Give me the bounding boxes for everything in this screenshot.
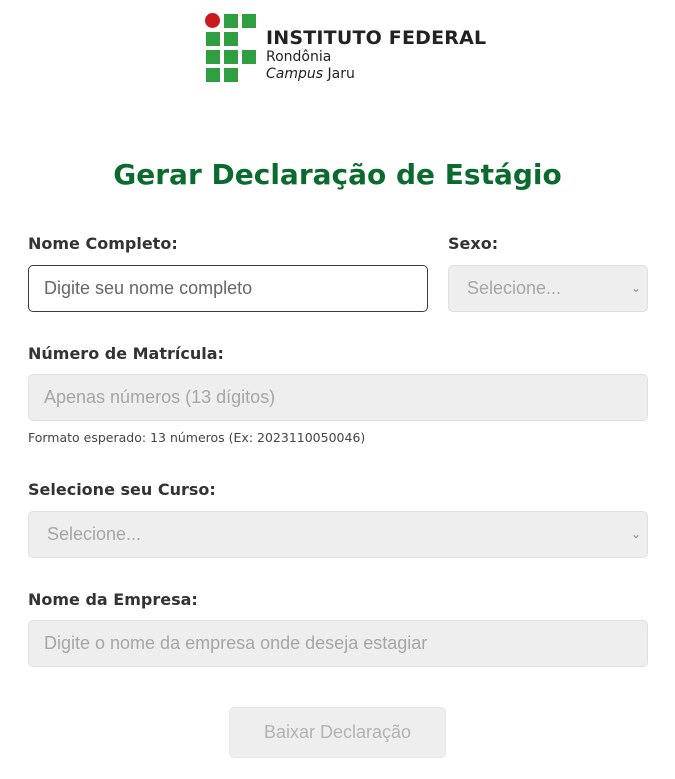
sexo-selected: Selecione... <box>467 278 562 298</box>
page-title: Gerar Declaração de Estágio <box>113 158 562 191</box>
nome-label: Nome Completo: <box>28 234 178 253</box>
matricula-input[interactable]: Apenas números (13 dígitos) <box>28 374 648 421</box>
curso-selected: Selecione... <box>47 524 142 544</box>
logo-campus-name: Jaru <box>323 66 355 82</box>
sexo-select[interactable]: Selecione... ⌄ <box>448 265 648 312</box>
curso-label: Selecione seu Curso: <box>28 480 216 499</box>
nome-input[interactable]: Digite seu nome completo <box>28 265 428 312</box>
logo-text: INSTITUTO FEDERAL Rondônia Campus Jaru <box>266 27 486 83</box>
sexo-label: Sexo: <box>448 234 499 253</box>
empresa-placeholder: Digite o nome da empresa onde deseja est… <box>44 633 428 653</box>
matricula-hint: Formato esperado: 13 números (Ex: 202311… <box>28 430 366 445</box>
logo-campus-label: Campus <box>266 66 324 82</box>
page: INSTITUTO FEDERAL Rondônia Campus Jaru G… <box>0 0 675 779</box>
matricula-placeholder: Apenas números (13 dígitos) <box>44 387 276 407</box>
chevron-down-icon: ⌄ <box>630 527 641 541</box>
logo-title: INSTITUTO FEDERAL <box>266 27 487 49</box>
nome-placeholder: Digite seu nome completo <box>44 278 253 298</box>
logo-mark-icon <box>205 13 260 85</box>
chevron-down-icon: ⌄ <box>630 281 641 295</box>
logo-campus: Campus Jaru <box>266 66 486 83</box>
matricula-label: Número de Matrícula: <box>28 344 224 363</box>
empresa-input[interactable]: Digite o nome da empresa onde deseja est… <box>28 620 648 667</box>
download-declaration-button[interactable]: Baixar Declaração <box>229 707 446 758</box>
empresa-label: Nome da Empresa: <box>28 590 198 609</box>
curso-select[interactable]: Selecione... ⌄ <box>28 511 648 558</box>
institute-logo: INSTITUTO FEDERAL Rondônia Campus Jaru <box>205 13 486 85</box>
logo-state: Rondônia <box>266 49 332 65</box>
